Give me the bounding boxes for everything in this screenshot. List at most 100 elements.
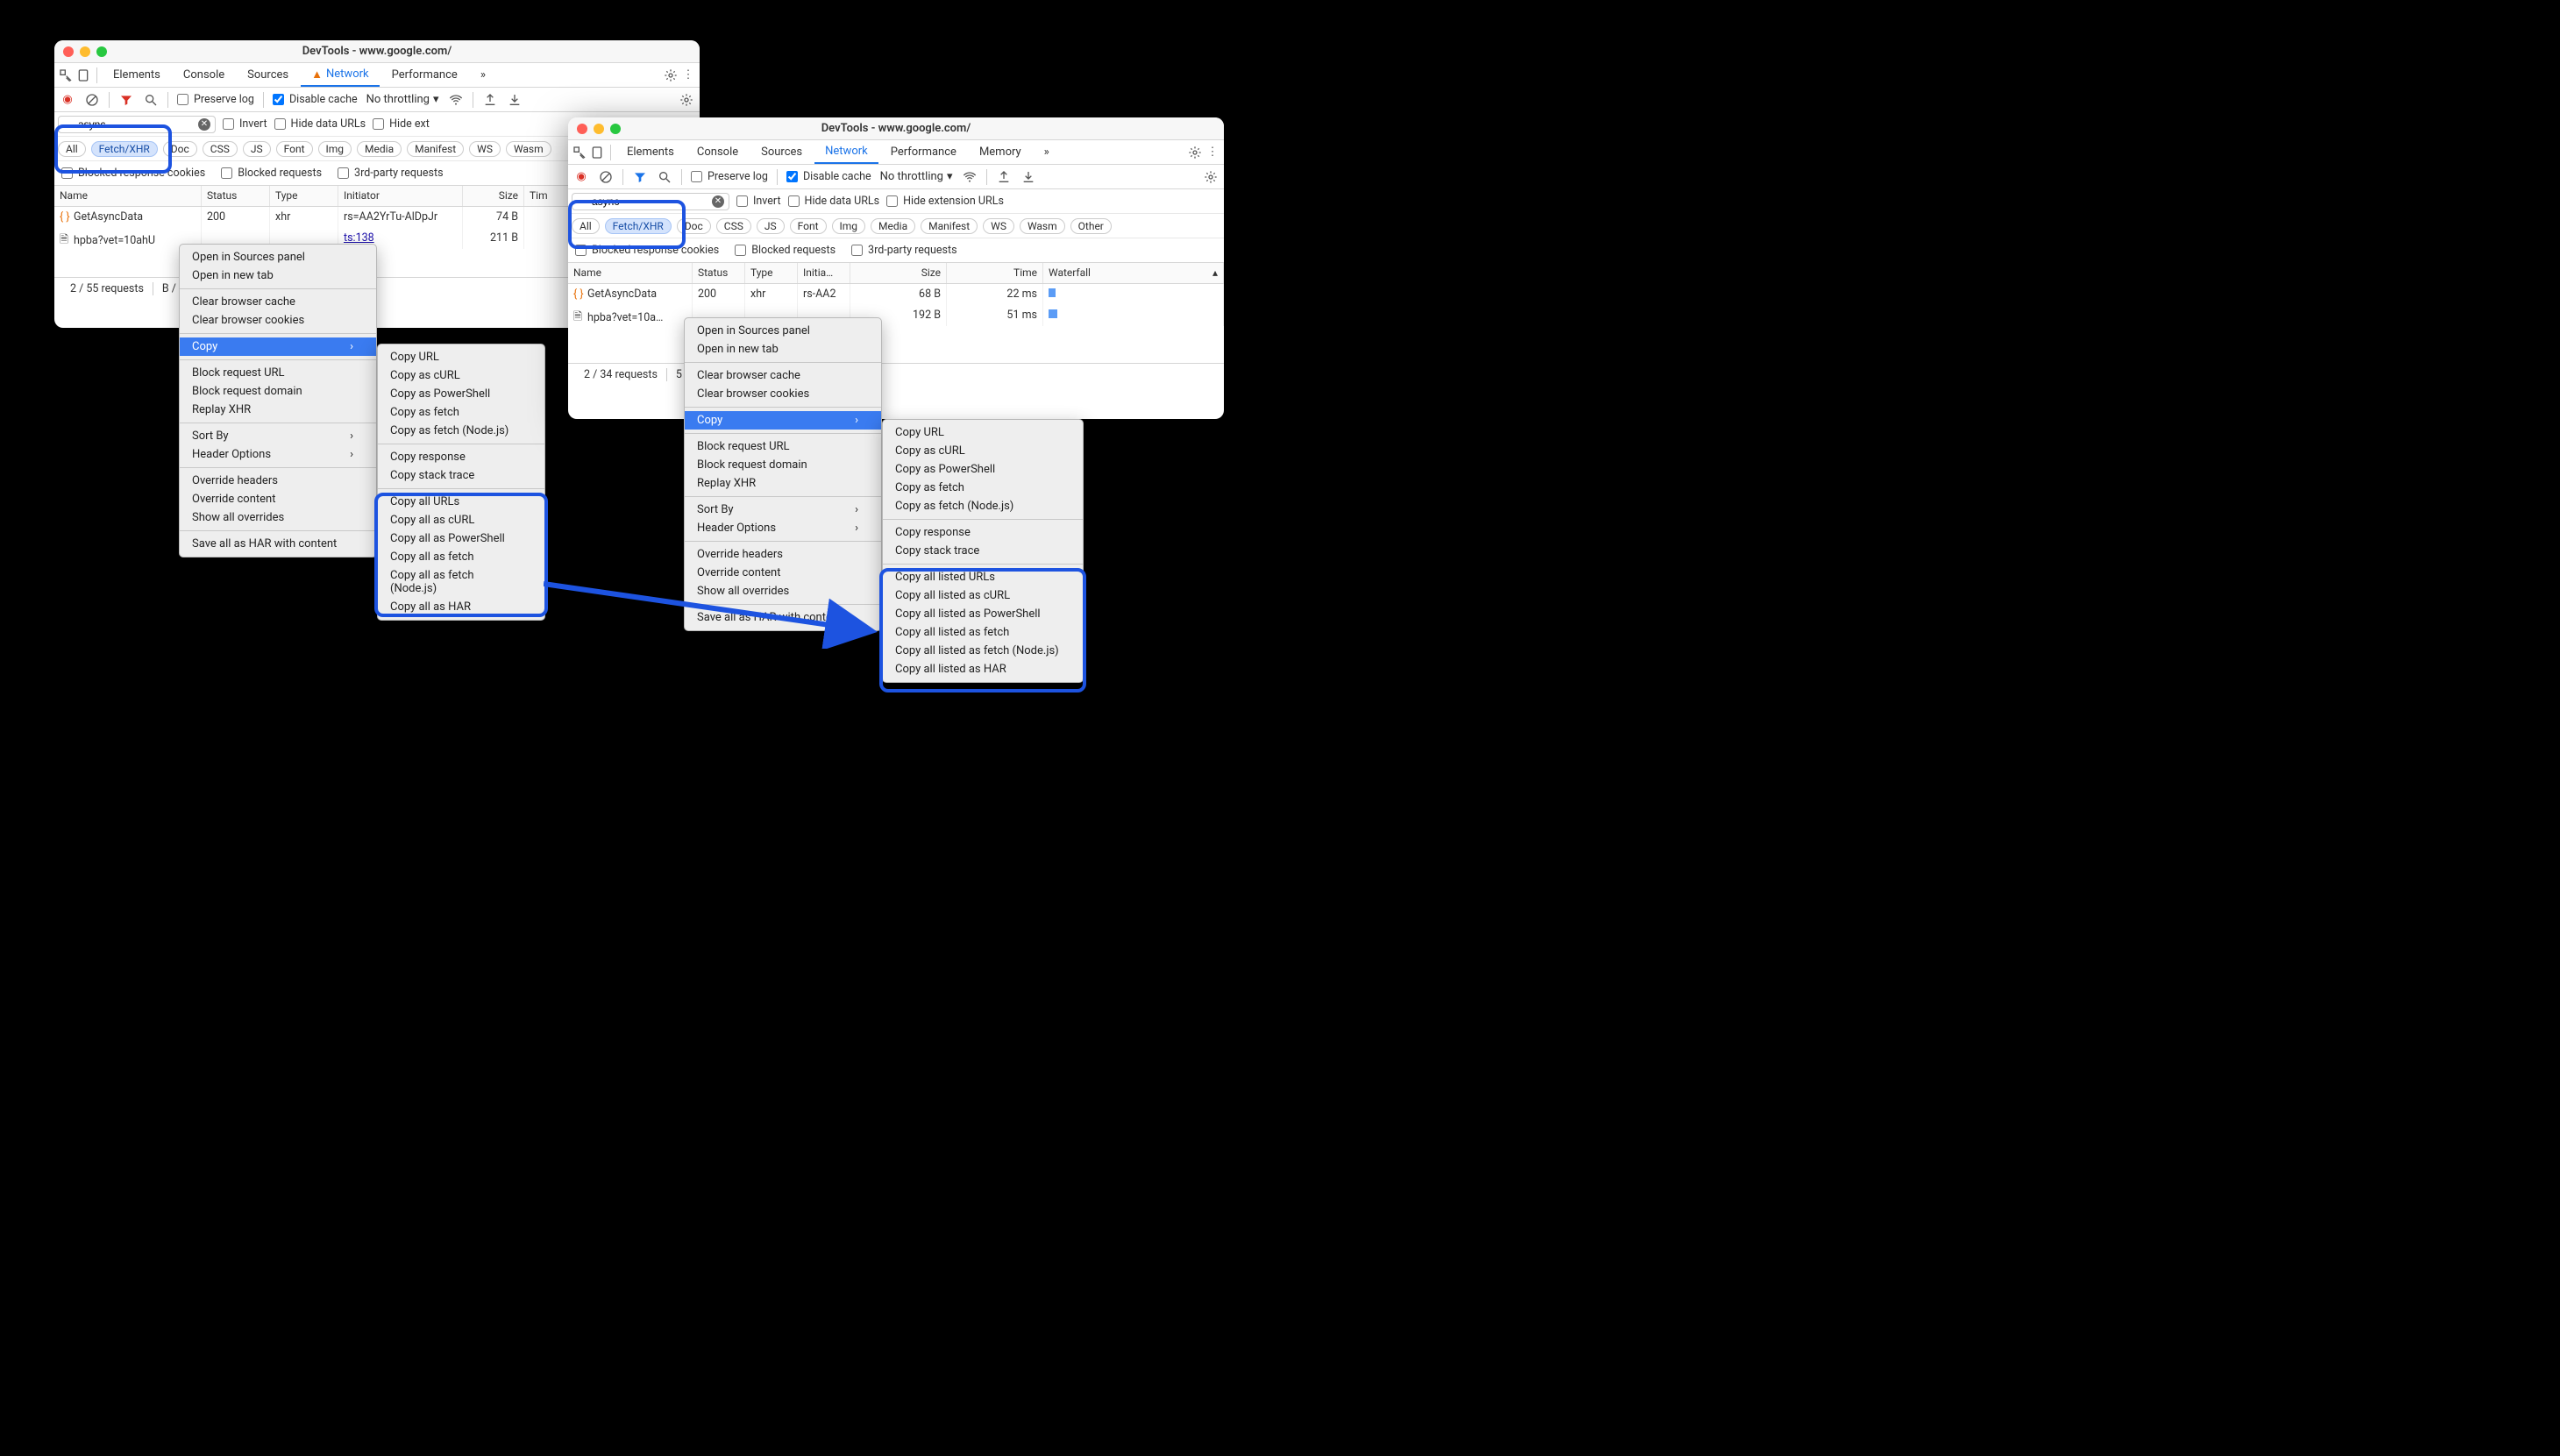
filter-icon[interactable] (632, 169, 648, 185)
col-initiator[interactable]: Initia… (798, 263, 850, 283)
context-item-copy[interactable]: Copy› (180, 337, 376, 356)
context-item-copy-as-fetch-node-js[interactable]: Copy as fetch (Node.js) (378, 422, 544, 440)
record-icon[interactable]: ◉ (573, 169, 589, 185)
context-item-header-options[interactable]: Header Options› (685, 519, 881, 537)
context-submenu-copy-right[interactable]: Copy URLCopy as cURLCopy as PowerShellCo… (882, 419, 1084, 683)
context-item-copy-as-powershell[interactable]: Copy as PowerShell (378, 385, 544, 403)
more-icon[interactable]: ⋮ (1205, 145, 1220, 160)
request-initiator[interactable]: ts:138 (344, 231, 374, 245)
context-item-copy-as-fetch[interactable]: Copy as fetch (378, 403, 544, 422)
context-item-copy-all-listed-as-har[interactable]: Copy all listed as HAR (883, 660, 1083, 678)
clear-filter-icon[interactable]: ✕ (712, 195, 724, 208)
invert-check[interactable]: Invert (736, 195, 781, 208)
type-fetch-xhr[interactable]: Fetch/XHR (91, 141, 158, 157)
context-item-copy-as-fetch[interactable]: Copy as fetch (883, 479, 1083, 497)
context-item-copy-all-listed-urls[interactable]: Copy all listed URLs (883, 568, 1083, 586)
blocked-requests-check[interactable]: Blocked requests (735, 244, 836, 257)
col-type[interactable]: Type (745, 263, 798, 283)
tab-elements[interactable]: Elements (616, 140, 685, 164)
settings-icon[interactable] (1187, 145, 1203, 160)
col-size[interactable]: Size (850, 263, 947, 283)
upload-icon[interactable] (482, 92, 498, 108)
blocked-cookies-check[interactable]: Blocked response cookies (61, 167, 205, 180)
tab-memory[interactable]: Memory (969, 140, 1032, 164)
search-icon[interactable] (657, 169, 672, 185)
search-icon[interactable] (143, 92, 159, 108)
request-initiator[interactable]: rs=AA2YrTu-AlDpJr (344, 210, 437, 224)
col-waterfall[interactable]: Waterfall▴ (1043, 263, 1224, 283)
type-manifest[interactable]: Manifest (921, 218, 978, 234)
context-item-block-request-url[interactable]: Block request URL (685, 437, 881, 456)
context-item-copy-stack-trace[interactable]: Copy stack trace (378, 466, 544, 485)
more-icon[interactable]: ⋮ (680, 67, 696, 83)
tab-performance[interactable]: Performance (880, 140, 967, 164)
throttling-select[interactable]: No throttling ▾ (366, 93, 439, 106)
clear-filter-icon[interactable]: ✕ (198, 118, 210, 131)
tab-network[interactable]: ▲Network (301, 63, 379, 87)
type-fetch-xhr[interactable]: Fetch/XHR (605, 218, 672, 234)
type-font[interactable]: Font (276, 141, 313, 157)
type-ws[interactable]: WS (983, 218, 1014, 234)
context-item-copy-all-listed-as-powershell[interactable]: Copy all listed as PowerShell (883, 605, 1083, 623)
context-item-copy-all-as-har[interactable]: Copy all as HAR (378, 598, 544, 616)
context-item-copy-all-listed-as-curl[interactable]: Copy all listed as cURL (883, 586, 1083, 605)
settings-icon[interactable] (663, 67, 679, 83)
col-initiator[interactable]: Initiator (338, 186, 463, 206)
context-item-override-content[interactable]: Override content (180, 490, 376, 508)
context-item-clear-browser-cache[interactable]: Clear browser cache (180, 293, 376, 311)
context-item-override-content[interactable]: Override content (685, 564, 881, 582)
type-media[interactable]: Media (871, 218, 915, 234)
table-row[interactable]: 🗎hpba?vet=10a… 192 B 51 ms (568, 305, 1224, 326)
settings-icon[interactable] (1203, 169, 1219, 185)
filter-icon[interactable] (118, 92, 134, 108)
col-status[interactable]: Status (693, 263, 745, 283)
context-item-replay-xhr[interactable]: Replay XHR (180, 401, 376, 419)
download-icon[interactable] (1020, 169, 1036, 185)
throttling-select[interactable]: No throttling ▾ (880, 170, 953, 183)
inspect-icon[interactable] (572, 145, 587, 160)
context-item-copy-all-as-fetch[interactable]: Copy all as fetch (378, 548, 544, 566)
type-css[interactable]: CSS (203, 141, 238, 157)
disable-cache-check[interactable]: Disable cache (786, 170, 871, 183)
context-item-block-request-url[interactable]: Block request URL (180, 364, 376, 382)
disable-cache-check[interactable]: Disable cache (273, 93, 358, 106)
clear-icon[interactable] (84, 92, 100, 108)
type-other[interactable]: Other (1070, 218, 1112, 234)
context-item-show-all-overrides[interactable]: Show all overrides (180, 508, 376, 527)
tab-sources[interactable]: Sources (237, 63, 299, 87)
context-item-copy-url[interactable]: Copy URL (883, 423, 1083, 442)
context-item-sort-by[interactable]: Sort By› (180, 427, 376, 445)
context-item-copy-as-curl[interactable]: Copy as cURL (883, 442, 1083, 460)
table-row[interactable]: { }GetAsyncData 200 xhr rs-AA2 68 B 22 m… (568, 284, 1224, 305)
context-item-copy-as-powershell[interactable]: Copy as PowerShell (883, 460, 1083, 479)
blocked-requests-check[interactable]: Blocked requests (221, 167, 322, 180)
download-icon[interactable] (507, 92, 523, 108)
tabs-more[interactable]: » (1034, 140, 1060, 164)
type-doc[interactable]: Doc (163, 141, 197, 157)
context-item-sort-by[interactable]: Sort By› (685, 501, 881, 519)
invert-check[interactable]: Invert (223, 117, 267, 131)
request-initiator[interactable]: rs-AA2 (798, 284, 850, 305)
hide-data-urls-check[interactable]: Hide data URLs (274, 117, 366, 131)
col-name[interactable]: Name (568, 263, 693, 283)
type-doc[interactable]: Doc (677, 218, 711, 234)
context-item-clear-browser-cookies[interactable]: Clear browser cookies (180, 311, 376, 330)
context-item-copy-url[interactable]: Copy URL (378, 348, 544, 366)
context-item-override-headers[interactable]: Override headers (685, 545, 881, 564)
context-item-copy[interactable]: Copy› (685, 411, 881, 430)
context-item-block-request-domain[interactable]: Block request domain (180, 382, 376, 401)
context-item-copy-all-as-fetch-node-js[interactable]: Copy all as fetch (Node.js) (378, 566, 544, 598)
hide-data-urls-check[interactable]: Hide data URLs (788, 195, 880, 208)
context-item-copy-all-listed-as-fetch[interactable]: Copy all listed as fetch (883, 623, 1083, 642)
tab-network[interactable]: Network (814, 140, 878, 164)
context-item-copy-all-as-curl[interactable]: Copy all as cURL (378, 511, 544, 529)
type-wasm[interactable]: Wasm (506, 141, 551, 157)
type-manifest[interactable]: Manifest (407, 141, 464, 157)
context-item-copy-all-listed-as-fetch-node-js[interactable]: Copy all listed as fetch (Node.js) (883, 642, 1083, 660)
device-icon[interactable] (75, 67, 91, 83)
col-name[interactable]: Name (54, 186, 202, 206)
context-item-clear-browser-cookies[interactable]: Clear browser cookies (685, 385, 881, 403)
type-css[interactable]: CSS (716, 218, 751, 234)
preserve-log-check[interactable]: Preserve log (691, 170, 768, 183)
third-party-check[interactable]: 3rd-party requests (338, 167, 443, 180)
